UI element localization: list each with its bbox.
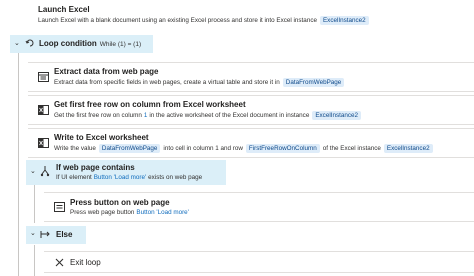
loop-guide-line xyxy=(18,53,19,276)
step-title: Exit loop xyxy=(70,258,101,267)
web-extract-icon xyxy=(38,72,49,82)
step-title: If web page contains xyxy=(56,163,135,172)
step-title: Launch Excel xyxy=(38,5,90,14)
variable-pill[interactable]: ExcelInstance2 xyxy=(383,144,433,153)
step-description: If UI element Button 'Load more' exists … xyxy=(56,174,203,181)
ui-element-link[interactable]: Button 'Load more' xyxy=(136,209,188,216)
variable-pill[interactable]: DataFromWebPage xyxy=(98,144,161,153)
step-description: Launch Excel with a blank document using… xyxy=(38,16,372,25)
variable-pill[interactable]: FirstFreeRowOnColumn xyxy=(245,144,320,153)
step-title: Press button on web page xyxy=(70,198,170,207)
chevron-down-icon[interactable]: ⌄ xyxy=(14,39,20,47)
step-loop-condition[interactable]: ⌄ Loop condition While (1) = (1) xyxy=(10,35,153,53)
step-press-button[interactable]: Press button on web page Press web page … xyxy=(44,192,474,222)
step-title: Write to Excel worksheet xyxy=(54,133,149,142)
step-description: Write the value DataFromWebPage into cel… xyxy=(54,144,436,153)
step-title: Get first free row on column from Excel … xyxy=(54,100,246,109)
else-guide-line xyxy=(34,245,35,276)
step-get-first-free-row[interactable]: Get first free row on column from Excel … xyxy=(28,95,474,125)
loop-condition-text: While (1) = (1) xyxy=(99,41,142,48)
else-branch-icon xyxy=(40,231,50,238)
loop-icon xyxy=(25,39,34,47)
step-else[interactable]: ⌄ Else xyxy=(26,226,86,244)
step-title: Else xyxy=(56,230,73,239)
step-title: Extract data from web page xyxy=(54,67,159,76)
ui-element-link[interactable]: Button 'Load more' xyxy=(94,174,146,181)
column-value[interactable]: 1 xyxy=(144,112,148,119)
step-extract-data[interactable]: Extract data from web page Extract data … xyxy=(28,62,474,92)
excel-icon xyxy=(38,138,49,148)
branch-icon xyxy=(40,166,50,177)
step-exit-loop[interactable]: Exit loop xyxy=(44,251,474,273)
step-description: Press web page button Button 'Load more' xyxy=(70,209,189,216)
step-write-excel[interactable]: Write to Excel worksheet Write the value… xyxy=(28,128,474,158)
step-if-web-page-contains[interactable]: ⌄ If web page contains If UI element But… xyxy=(26,160,226,185)
close-icon xyxy=(55,258,64,267)
press-button-icon xyxy=(54,202,65,212)
step-launch-excel[interactable]: Launch Excel Launch Excel with a blank d… xyxy=(0,0,474,28)
variable-pill[interactable]: ExcelInstance2 xyxy=(312,111,362,120)
step-description: Extract data from specific fields in web… xyxy=(54,78,347,87)
chevron-down-icon[interactable]: ⌄ xyxy=(30,167,36,175)
variable-pill[interactable]: ExcelInstance2 xyxy=(319,16,369,25)
chevron-down-icon[interactable]: ⌄ xyxy=(30,229,36,237)
step-title: Loop condition While (1) = (1) xyxy=(39,39,142,48)
step-description: Get the first free row on column 1 in th… xyxy=(54,111,364,120)
variable-pill[interactable]: DataFromWebPage xyxy=(282,78,345,87)
excel-icon xyxy=(38,105,49,115)
if-guide-line xyxy=(34,185,35,223)
